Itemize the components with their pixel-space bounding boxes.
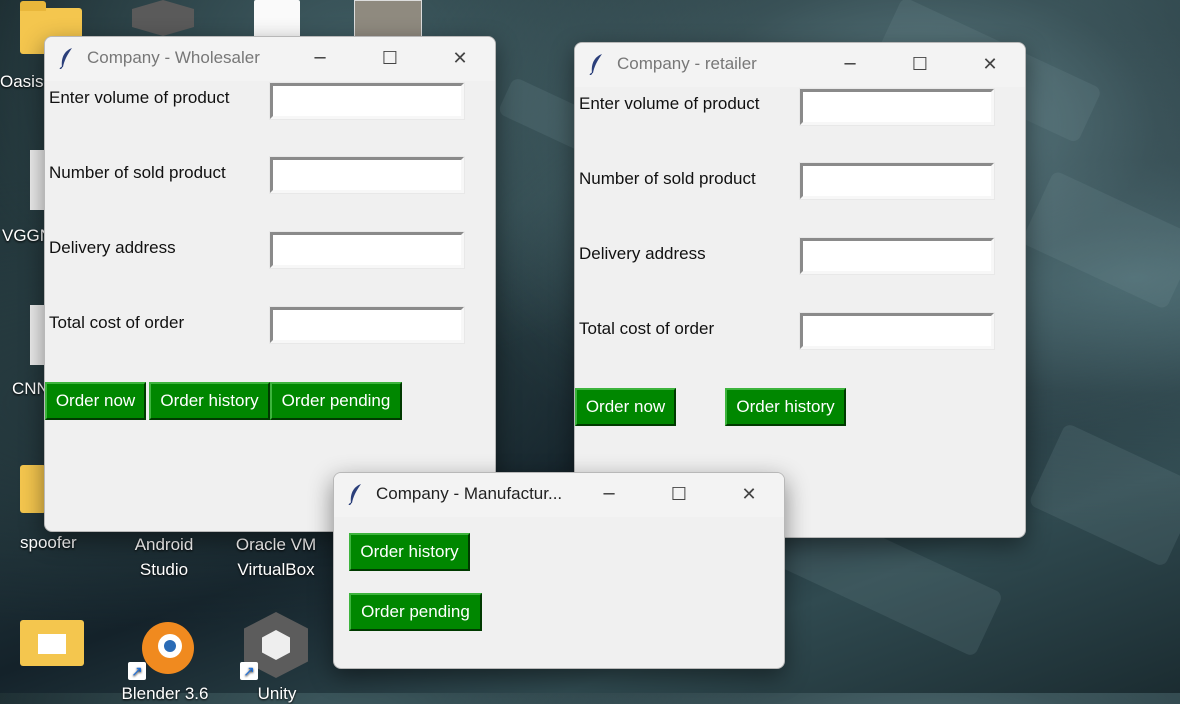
title-bar[interactable]: Company - retailer ─ ☐ ✕ — [575, 43, 1025, 87]
maximize-icon: ☐ — [911, 53, 929, 75]
window-title: Company - Wholesaler — [87, 48, 260, 67]
delivery-address-input[interactable] — [269, 231, 465, 269]
desktop-icon-label: spoofer — [20, 533, 77, 552]
wallpaper-facet — [1020, 169, 1180, 311]
close-icon: ✕ — [982, 53, 998, 75]
close-icon: ✕ — [452, 47, 468, 69]
delivery-address-label: Delivery address — [49, 238, 176, 257]
generic-file-icon — [30, 150, 44, 210]
desktop-icon-unity[interactable]: ↗ Unity — [232, 612, 322, 703]
minimize-button[interactable]: ─ — [827, 49, 873, 79]
title-bar[interactable]: Company - Manufactur... ─ ☐ ✕ — [334, 473, 784, 517]
delivery-address-input[interactable] — [799, 237, 995, 275]
desktop-icon-cnn[interactable]: CNN — [0, 305, 50, 405]
title-bar[interactable]: Company - Wholesaler ─ ☐ ✕ — [45, 37, 495, 81]
total-cost-input[interactable] — [269, 306, 465, 344]
feather-icon — [348, 484, 361, 505]
desktop-icon-label: Oasis — [0, 72, 44, 91]
delivery-address-label: Delivery address — [579, 244, 706, 263]
minimize-icon: ─ — [844, 53, 856, 75]
close-icon: ✕ — [741, 483, 757, 505]
sold-product-label: Number of sold product — [579, 169, 756, 188]
minimize-icon: ─ — [314, 47, 326, 69]
maximize-icon: ☐ — [381, 47, 399, 69]
sold-product-label: Number of sold product — [49, 163, 226, 182]
order-history-button[interactable]: Order history — [725, 388, 846, 426]
minimize-button[interactable]: ─ — [297, 43, 343, 73]
desktop-icon-oasis[interactable]: Oasis — [0, 0, 82, 95]
document-icon — [254, 0, 300, 38]
window-title: Company - retailer — [617, 54, 757, 73]
feather-icon — [589, 54, 602, 75]
maximize-button[interactable]: ☐ — [897, 49, 943, 79]
volume-input[interactable] — [799, 88, 995, 126]
desktop-icon-virtualbox[interactable]: Oracle VM VirtualBox — [224, 530, 328, 580]
maximize-button[interactable]: ☐ — [367, 43, 413, 73]
minimize-icon: ─ — [603, 483, 615, 505]
photo-thumbnail-icon — [354, 0, 422, 40]
desktop-icon-android-studio[interactable]: Android Studio — [120, 530, 208, 580]
desktop-icon-label: Android Studio — [134, 535, 194, 579]
desktop-icon-photo[interactable] — [354, 0, 422, 40]
order-now-button[interactable]: Order now — [575, 388, 676, 426]
order-pending-button[interactable]: Order pending — [349, 593, 482, 631]
volume-label: Enter volume of product — [579, 94, 760, 113]
wallpaper-facet — [1028, 422, 1180, 568]
window-title: Company - Manufactur... — [376, 484, 563, 503]
desktop-icon-label: Oracle VM VirtualBox — [235, 535, 317, 579]
desktop-icon-folder[interactable] — [20, 612, 84, 672]
order-history-button[interactable]: Order history — [149, 382, 270, 420]
desktop-icon-unity-top[interactable] — [132, 0, 194, 40]
shortcut-arrow-icon: ↗ — [128, 662, 146, 680]
desktop-icon-label: Blender 3.6 — [121, 684, 209, 703]
close-button[interactable]: ✕ — [437, 43, 483, 73]
folder-icon — [20, 465, 46, 513]
minimize-button[interactable]: ─ — [586, 479, 632, 509]
feather-icon — [59, 48, 72, 69]
sold-product-input[interactable] — [269, 156, 465, 194]
manufacturer-window[interactable]: Company - Manufactur... ─ ☐ ✕ Order hist… — [333, 472, 785, 669]
sold-product-input[interactable] — [799, 162, 995, 200]
desktop-icon-label: Unity — [257, 684, 297, 703]
volume-label: Enter volume of product — [49, 88, 230, 107]
shortcut-arrow-icon: ↗ — [240, 662, 258, 680]
total-cost-label: Total cost of order — [49, 313, 185, 332]
desktop-icon-file[interactable] — [254, 0, 300, 40]
order-now-button[interactable]: Order now — [45, 382, 146, 420]
unity-icon — [132, 0, 194, 36]
volume-input[interactable] — [269, 82, 465, 120]
desktop-icon-vggn[interactable]: VGGN — [0, 150, 52, 250]
retailer-window[interactable]: Company - retailer ─ ☐ ✕ Enter volume of… — [574, 42, 1026, 538]
maximize-icon: ☐ — [670, 483, 688, 505]
wholesaler-window[interactable]: Company - Wholesaler ─ ☐ ✕ Enter volume … — [44, 36, 496, 532]
close-button[interactable]: ✕ — [726, 479, 772, 509]
close-button[interactable]: ✕ — [967, 49, 1013, 79]
blender-icon-core — [164, 640, 176, 652]
maximize-button[interactable]: ☐ — [656, 479, 702, 509]
total-cost-label: Total cost of order — [579, 319, 715, 338]
generic-file-icon — [30, 305, 44, 365]
desktop-icon-blender[interactable]: ↗ Blender 3.6 — [120, 612, 210, 703]
document-icon — [38, 634, 66, 654]
total-cost-input[interactable] — [799, 312, 995, 350]
order-history-button[interactable]: Order history — [349, 533, 470, 571]
order-pending-button[interactable]: Order pending — [270, 382, 402, 420]
